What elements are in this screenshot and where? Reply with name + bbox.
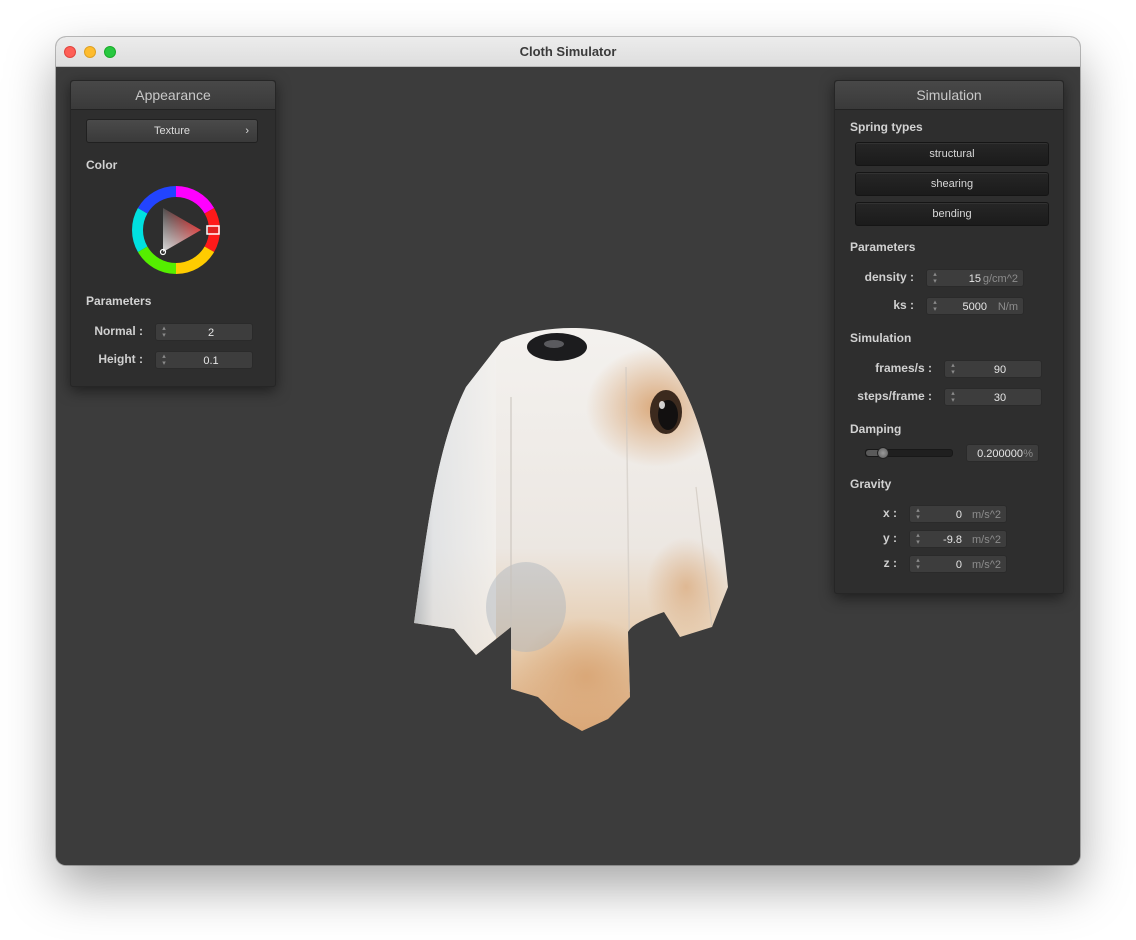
texture-popup-button[interactable]: Texture › bbox=[86, 119, 258, 143]
stepper-arrows-icon[interactable]: ▴ ▾ bbox=[914, 532, 922, 546]
gravity-y-field[interactable]: ▴ ▾ -9.8 m/s^2 bbox=[909, 530, 1007, 548]
spring-types-label: Spring types bbox=[850, 120, 923, 134]
cloth-texture bbox=[414, 328, 728, 731]
steps-value: 30 bbox=[993, 392, 1007, 404]
normal-label: Normal : bbox=[94, 324, 143, 338]
density-value: 15 bbox=[968, 273, 981, 285]
ks-field[interactable]: ▴ ▾ 5000 N/m bbox=[926, 297, 1024, 315]
color-label: Color bbox=[86, 158, 118, 172]
gravity-x-value: 0 bbox=[955, 509, 962, 521]
damping-slider-knob[interactable] bbox=[877, 447, 889, 459]
density-field[interactable]: ▴ ▾ 15 g/cm^2 bbox=[926, 269, 1024, 287]
simulation-parameters-label: Parameters bbox=[850, 240, 916, 254]
height-field[interactable]: ▴ ▾ 0.1 bbox=[155, 351, 253, 369]
damping-unit: % bbox=[1023, 448, 1033, 460]
stepper-arrows-icon[interactable]: ▴ ▾ bbox=[949, 390, 957, 404]
simulation-panel-header[interactable]: Simulation bbox=[835, 81, 1063, 110]
shearing-button[interactable]: shearing bbox=[855, 172, 1049, 196]
ks-value: 5000 bbox=[962, 301, 987, 313]
steps-field[interactable]: ▴ ▾ 30 bbox=[944, 388, 1042, 406]
appearance-parameters-label: Parameters bbox=[86, 294, 152, 308]
fps-value: 90 bbox=[993, 364, 1007, 376]
density-label: density : bbox=[864, 270, 914, 284]
gravity-label: Gravity bbox=[850, 477, 892, 491]
title-bar: Cloth Simulator bbox=[56, 37, 1080, 67]
height-value: 0.1 bbox=[203, 355, 219, 367]
ks-label: ks : bbox=[893, 298, 914, 312]
fps-field[interactable]: ▴ ▾ 90 bbox=[944, 360, 1042, 378]
density-unit: g/cm^2 bbox=[982, 273, 1018, 285]
gravity-y-unit: m/s^2 bbox=[972, 534, 1001, 546]
damping-value: 0.200000 bbox=[977, 448, 1023, 460]
color-wheel[interactable] bbox=[129, 183, 223, 277]
ks-unit: N/m bbox=[997, 301, 1018, 313]
saturation-value-triangle[interactable] bbox=[163, 208, 201, 252]
gravity-z-value: 0 bbox=[955, 559, 962, 571]
gravity-z-label: z : bbox=[883, 556, 897, 570]
window-title: Cloth Simulator bbox=[519, 44, 617, 59]
stepper-arrows-icon[interactable]: ▴ ▾ bbox=[931, 271, 939, 285]
appearance-panel-header[interactable]: Appearance bbox=[71, 81, 275, 110]
fps-label: frames/s : bbox=[875, 361, 932, 375]
texture-button-label: Texture bbox=[153, 125, 191, 137]
app-window: Cloth Simulator Appearance Texture › Col… bbox=[56, 37, 1080, 865]
structural-button[interactable]: structural bbox=[855, 142, 1049, 166]
stepper-arrows-icon[interactable]: ▴ ▾ bbox=[160, 353, 168, 367]
gravity-x-unit: m/s^2 bbox=[972, 509, 1001, 521]
normal-value: 2 bbox=[207, 327, 215, 339]
height-label: Height : bbox=[98, 352, 143, 366]
stepper-arrows-icon[interactable]: ▴ ▾ bbox=[931, 299, 939, 313]
bending-button[interactable]: bending bbox=[855, 202, 1049, 226]
simulation-section-label: Simulation bbox=[850, 331, 912, 345]
gravity-x-label: x : bbox=[882, 506, 897, 520]
simulation-panel: Simulation Spring types structural shear… bbox=[834, 80, 1064, 594]
gravity-z-field[interactable]: ▴ ▾ 0 m/s^2 bbox=[909, 555, 1007, 573]
steps-label: steps/frame : bbox=[857, 389, 932, 403]
damping-slider[interactable] bbox=[865, 447, 953, 459]
damping-label: Damping bbox=[850, 422, 902, 436]
gravity-y-label: y : bbox=[882, 531, 897, 545]
stepper-arrows-icon[interactable]: ▴ ▾ bbox=[914, 507, 922, 521]
stepper-arrows-icon[interactable]: ▴ ▾ bbox=[949, 362, 957, 376]
gravity-x-field[interactable]: ▴ ▾ 0 m/s^2 bbox=[909, 505, 1007, 523]
3d-viewport[interactable]: Appearance Texture › Color Parameters No… bbox=[56, 67, 1080, 865]
stepper-arrows-icon[interactable]: ▴ ▾ bbox=[160, 325, 168, 339]
stepper-arrows-icon[interactable]: ▴ ▾ bbox=[914, 557, 922, 571]
gravity-z-unit: m/s^2 bbox=[972, 559, 1001, 571]
damping-field[interactable]: 0.200000 % bbox=[966, 444, 1039, 462]
appearance-panel: Appearance Texture › Color Parameters No… bbox=[70, 80, 276, 387]
chevron-right-icon: › bbox=[245, 125, 249, 137]
normal-field[interactable]: ▴ ▾ 2 bbox=[155, 323, 253, 341]
gravity-y-value: -9.8 bbox=[943, 534, 962, 546]
